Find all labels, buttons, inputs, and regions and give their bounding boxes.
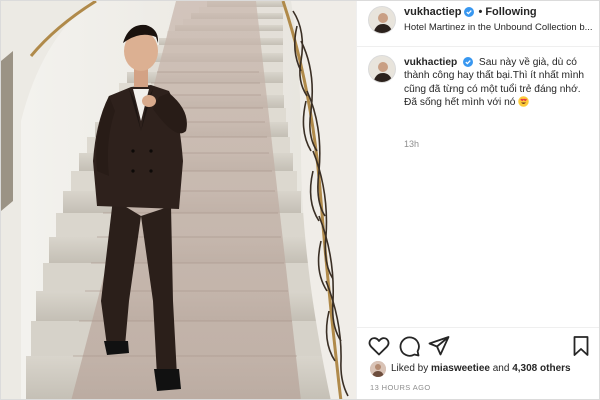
caption-comment: vukhactiep Sau này về già, dù có thành c… xyxy=(357,55,599,325)
share-button[interactable] xyxy=(427,334,451,358)
heart-eyes-emoji xyxy=(518,96,530,107)
save-button[interactable] xyxy=(569,334,593,358)
post-photo[interactable] xyxy=(1,1,356,399)
avatar-image xyxy=(369,7,395,33)
avatar[interactable] xyxy=(368,6,396,34)
avatar[interactable] xyxy=(368,55,396,83)
likes-text: Liked by miasweetiee and 4,308 others xyxy=(391,363,571,374)
post-timestamp[interactable]: 13 HOURS AGO xyxy=(370,383,431,392)
avatar-image xyxy=(369,56,395,82)
caption-username[interactable]: vukhactiep xyxy=(404,57,457,68)
like-button[interactable] xyxy=(367,334,391,358)
liked-by-label: Liked by xyxy=(391,363,429,374)
header-user-line: vukhactiep • Following xyxy=(404,6,537,18)
bookmark-icon xyxy=(573,336,589,356)
following-button[interactable]: Following xyxy=(485,6,536,18)
liker-avatar[interactable] xyxy=(370,361,386,377)
heart-icon xyxy=(368,337,390,356)
post-side-panel: vukhactiep • Following Hotel Martinez in… xyxy=(356,1,599,399)
likes-count-link[interactable]: 4,308 others xyxy=(512,363,570,374)
post-image xyxy=(1,1,356,399)
post-header: vukhactiep • Following Hotel Martinez in… xyxy=(357,1,599,47)
separator-dot: • xyxy=(478,6,483,18)
instagram-post: vukhactiep • Following Hotel Martinez in… xyxy=(0,0,600,400)
caption-text: vukhactiep Sau này về già, dù có thành c… xyxy=(404,56,594,110)
liker-username-link[interactable]: miasweetiee xyxy=(431,363,490,374)
verified-badge-icon xyxy=(464,7,475,17)
caption-timestamp: 13h xyxy=(404,139,420,149)
verified-badge-icon xyxy=(463,57,474,68)
location-link[interactable]: Hotel Martinez in the Unbound Collection… xyxy=(404,22,597,33)
comment-icon xyxy=(399,336,420,357)
paper-plane-icon xyxy=(428,336,450,356)
likes-summary: Liked by miasweetiee and 4,308 others xyxy=(357,361,599,379)
likes-and-label: and xyxy=(492,363,510,374)
action-bar xyxy=(357,327,599,363)
liker-avatar-image xyxy=(370,361,386,377)
username-link[interactable]: vukhactiep xyxy=(404,6,461,18)
comment-button[interactable] xyxy=(397,334,421,358)
